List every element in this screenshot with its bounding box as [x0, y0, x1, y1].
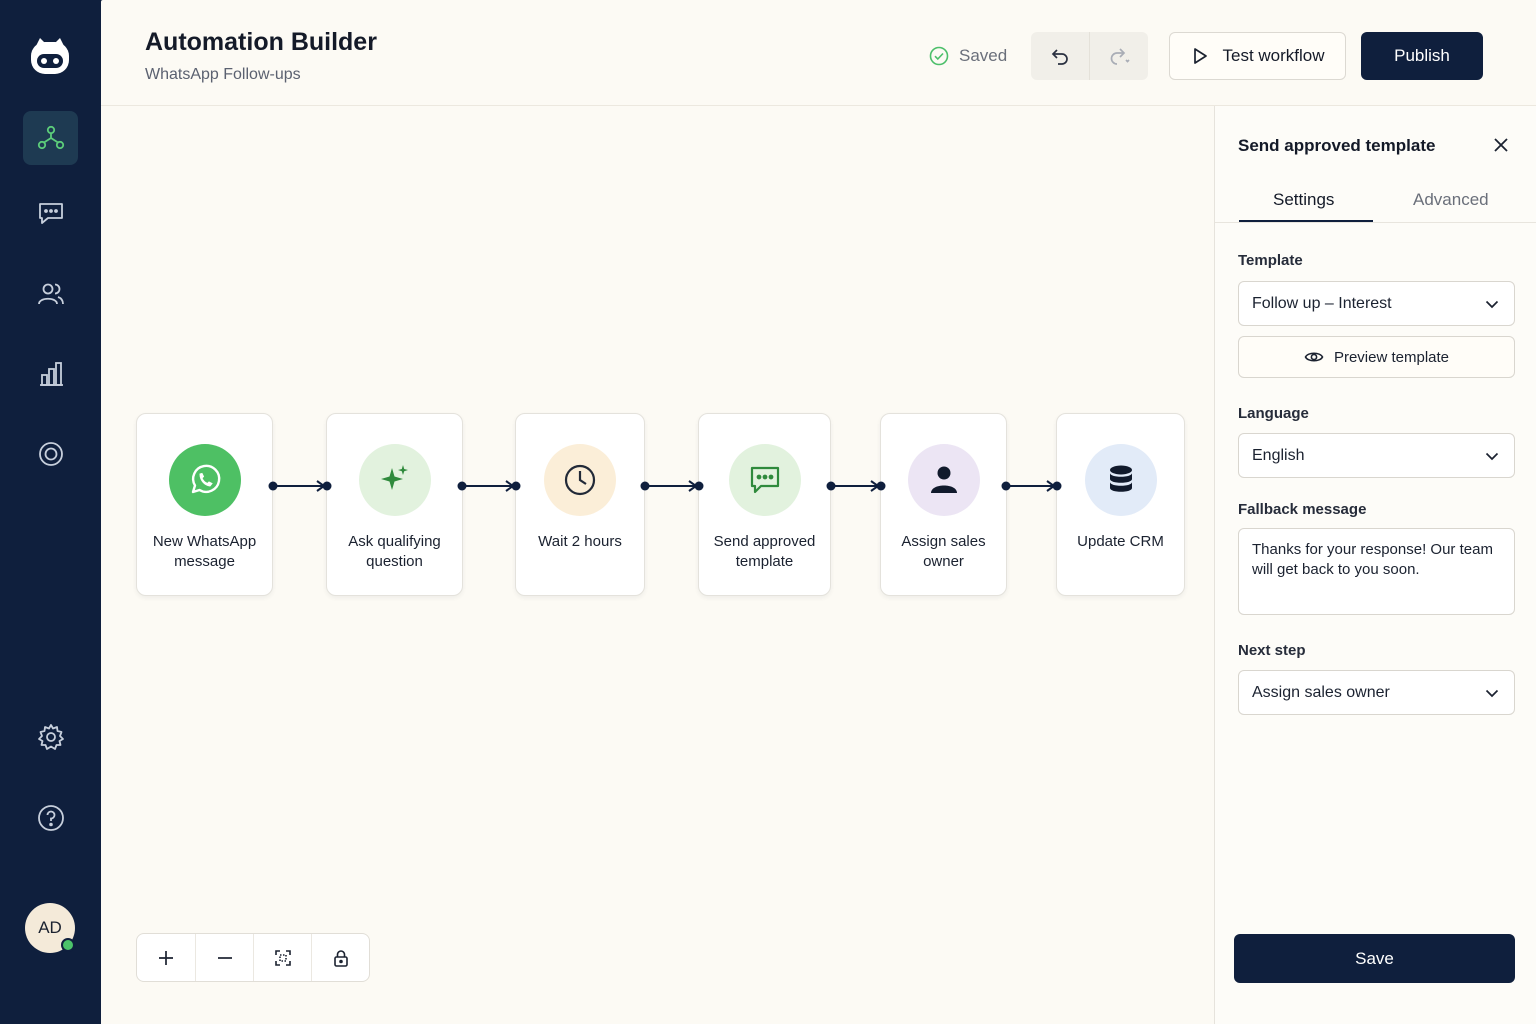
sidebar-item-help[interactable]: [23, 791, 78, 845]
robot-logo-icon[interactable]: [26, 32, 74, 80]
minus-icon: [217, 956, 232, 959]
preview-template-button[interactable]: Preview template: [1238, 336, 1515, 378]
lock-icon: [333, 949, 348, 967]
publish-button[interactable]: Publish: [1361, 32, 1483, 80]
template-select[interactable]: Follow up – Interest: [1238, 281, 1515, 326]
fit-view-button[interactable]: [253, 934, 311, 981]
node-label: Update CRM: [1077, 533, 1164, 550]
test-workflow-button[interactable]: Test workflow: [1169, 32, 1346, 80]
tab-settings[interactable]: Settings: [1273, 190, 1334, 210]
node-label: Ask qualifying question: [348, 533, 441, 570]
redo-button[interactable]: [1089, 32, 1147, 80]
redo-icon: [1110, 48, 1130, 65]
undo-icon: [1051, 49, 1068, 65]
lock-canvas-button[interactable]: [311, 934, 369, 981]
users-icon: [37, 283, 64, 305]
sidebar-item-settings[interactable]: [23, 710, 78, 764]
database-icon: [1109, 465, 1132, 492]
sidebar-item-workflows[interactable]: [23, 111, 78, 165]
next-step-select[interactable]: Assign sales owner: [1238, 670, 1515, 715]
node-assign-sales-owner[interactable]: Assign sales owner: [880, 413, 1007, 596]
test-workflow-label: Test workflow: [1222, 46, 1325, 65]
template-label: Template: [1238, 252, 1303, 269]
node-update-crm[interactable]: Update CRM: [1056, 413, 1185, 596]
node-icon-bg: [728, 444, 801, 516]
canvas-controls: [136, 933, 370, 982]
language-select-value: English: [1252, 446, 1305, 464]
sidebar-item-analytics[interactable]: [23, 347, 78, 401]
page-subtitle: WhatsApp Follow-ups: [145, 66, 301, 83]
next-step-select-value: Assign sales owner: [1252, 683, 1390, 701]
main-area: Automation Builder WhatsApp Follow-ups S…: [101, 0, 1536, 1024]
node-label: Send approved template: [713, 533, 816, 570]
zoom-in-button[interactable]: [137, 934, 195, 981]
online-status-dot: [61, 938, 75, 952]
node-send-approved-template[interactable]: Send approved template: [698, 413, 831, 596]
message-icon: [750, 466, 779, 494]
node-icon-bg: [907, 444, 980, 516]
node-label: Assign sales owner: [901, 533, 986, 570]
node-settings-panel: Send approved template Settings Advanced…: [1214, 106, 1536, 1024]
node-label: Wait 2 hours: [538, 533, 622, 550]
header: Automation Builder WhatsApp Follow-ups S…: [101, 0, 1536, 106]
undo-redo-group: [1031, 32, 1148, 80]
next-step-label: Next step: [1238, 642, 1306, 659]
workflow-icon: [37, 125, 64, 150]
language-label: Language: [1238, 405, 1309, 422]
fit-screen-icon: [274, 949, 291, 966]
sparkle-icon: [380, 465, 408, 490]
connector-4: [826, 480, 886, 492]
close-icon[interactable]: [1490, 134, 1512, 156]
analytics-icon: [39, 362, 63, 386]
gear-icon: [37, 724, 64, 750]
person-icon: [930, 466, 957, 493]
play-icon: [1194, 48, 1208, 64]
page-title: Automation Builder: [145, 28, 377, 56]
sidebar-item-goals[interactable]: [23, 427, 78, 481]
sidebar-item-conversations[interactable]: [23, 186, 78, 240]
connector-3: [640, 480, 704, 492]
check-circle-icon: [929, 46, 949, 66]
node-new-whatsapp-message[interactable]: New WhatsApp message: [136, 413, 273, 596]
language-select[interactable]: English: [1238, 433, 1515, 478]
chevron-down-icon: [1485, 452, 1499, 461]
clock-icon: [564, 464, 596, 496]
fallback-message-textarea[interactable]: Thanks for your response! Our team will …: [1238, 528, 1515, 615]
node-wait-2-hours[interactable]: Wait 2 hours: [515, 413, 645, 596]
sidebar: AD: [0, 0, 101, 1024]
active-tab-indicator: [1239, 220, 1373, 222]
node-ask-qualifying-question[interactable]: Ask qualifying question: [326, 413, 463, 596]
zoom-out-button[interactable]: [195, 934, 253, 981]
preview-template-label: Preview template: [1333, 348, 1450, 366]
tab-advanced[interactable]: Advanced: [1413, 190, 1489, 210]
undo-button[interactable]: [1031, 32, 1089, 80]
connector-1: [268, 480, 332, 492]
plus-icon: [159, 950, 173, 965]
node-icon-bg: [1084, 444, 1157, 516]
panel-tabs: Settings Advanced: [1215, 186, 1536, 223]
node-icon-bg: [544, 444, 616, 516]
sidebar-item-contacts[interactable]: [23, 267, 78, 321]
workflow-canvas[interactable]: New WhatsApp message Ask qualifying ques…: [101, 106, 1214, 1024]
panel-title: Send approved template: [1238, 136, 1436, 155]
chevron-down-icon: [1485, 300, 1499, 309]
whatsapp-icon: [191, 464, 220, 494]
node-label: New WhatsApp message: [152, 533, 257, 570]
node-icon-bg: [358, 444, 431, 516]
connector-5: [1001, 480, 1062, 492]
fallback-message-label: Fallback message: [1238, 501, 1367, 518]
template-select-value: Follow up – Interest: [1252, 294, 1392, 312]
chat-icon: [38, 203, 63, 224]
eye-icon: [1304, 352, 1324, 362]
save-button[interactable]: Save: [1234, 934, 1515, 983]
connector-2: [457, 480, 521, 492]
target-icon: [38, 442, 63, 466]
chevron-down-icon: [1485, 689, 1499, 698]
help-icon: [37, 805, 64, 831]
saved-label: Saved: [959, 46, 1008, 65]
saved-status: Saved: [929, 46, 1007, 66]
node-icon-bg: [168, 444, 241, 516]
